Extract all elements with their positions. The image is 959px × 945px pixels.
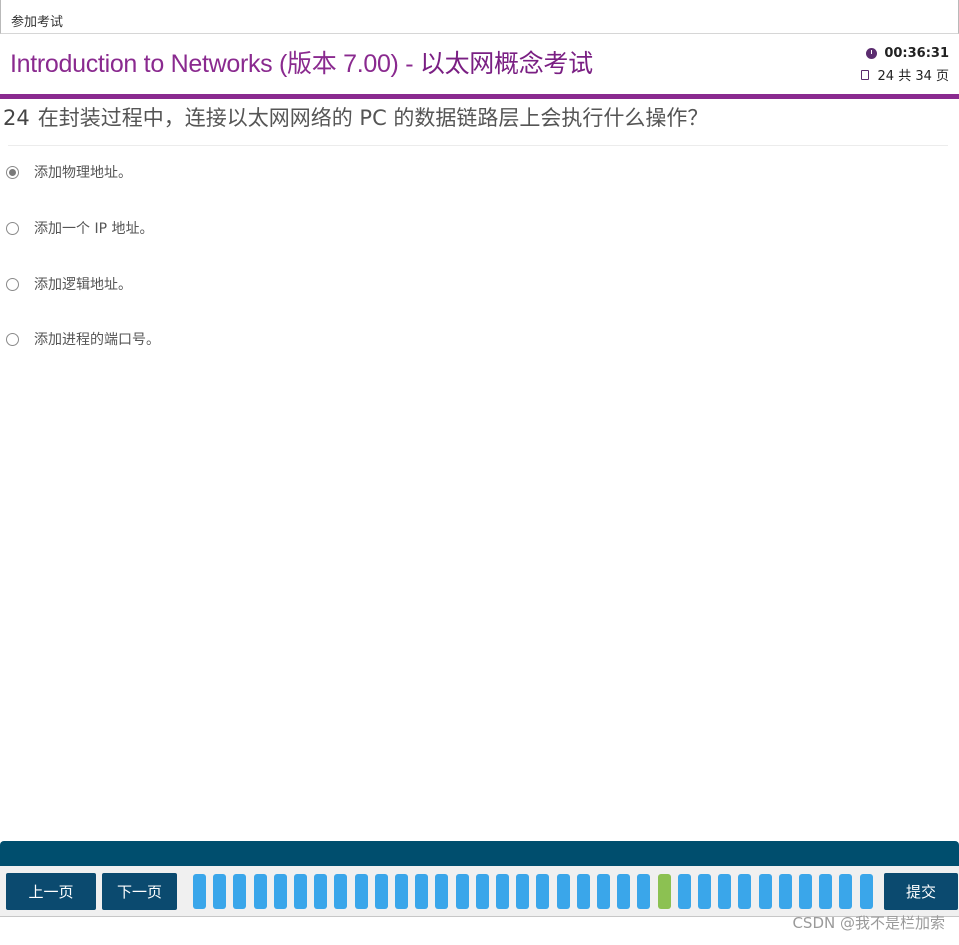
question-dot[interactable] <box>698 874 711 909</box>
bottom-navigation: 上一页 下一页 提交 <box>0 866 959 916</box>
progress-strip <box>0 841 959 866</box>
radio-button[interactable] <box>6 221 19 235</box>
exam-title: Introduction to Networks (版本 7.00) - 以太网… <box>10 44 593 80</box>
answer-option[interactable]: 添加物理地址。 <box>6 160 132 184</box>
question-dot[interactable] <box>576 874 590 909</box>
window-titlebar: 参加考试 <box>0 0 959 34</box>
radio-button[interactable] <box>6 332 19 346</box>
timer: 00:36:31 <box>839 43 949 64</box>
question-divider <box>8 145 948 146</box>
exam-header: Introduction to Networks (版本 7.00) - 以太网… <box>0 34 959 94</box>
question-dot[interactable] <box>435 874 449 909</box>
status-box: 00:36:31 24 共 34 页 <box>839 43 949 85</box>
question-dot[interactable] <box>718 874 732 909</box>
question-dot[interactable] <box>859 874 873 909</box>
question-dot[interactable] <box>213 874 227 909</box>
question-dot[interactable] <box>637 874 651 909</box>
question-dot[interactable] <box>374 874 388 909</box>
question-dot[interactable] <box>253 874 267 909</box>
timer-value: 00:36:31 <box>884 46 949 61</box>
exam-title-name: 以太网概念考试 <box>419 50 593 78</box>
question-dot[interactable] <box>475 874 489 909</box>
question-dot[interactable] <box>233 874 247 909</box>
window-title: 参加考试 <box>11 15 64 30</box>
page-icon <box>860 69 869 80</box>
radio-button[interactable] <box>6 277 19 291</box>
question-dot[interactable] <box>819 874 833 909</box>
question-number: 24 <box>3 106 30 130</box>
question-dot[interactable] <box>677 874 691 909</box>
question: 24 在封装过程中，连接以太网网络的 PC 的数据链路层上会执行什么操作？ <box>3 102 708 132</box>
page-indicator-value: 24 共 34 页 <box>877 69 949 84</box>
question-dot[interactable] <box>354 874 368 909</box>
question-dot[interactable] <box>395 874 408 909</box>
exam-title-course: Introduction to Networks (版本 7.00) - <box>10 50 420 78</box>
page-indicator: 24 共 34 页 <box>839 64 949 85</box>
question-dot[interactable] <box>597 874 610 909</box>
header-divider <box>0 94 959 99</box>
question-dot[interactable] <box>536 874 550 909</box>
question-dot[interactable] <box>516 874 530 909</box>
question-text: 在封装过程中，连接以太网网络的 PC 的数据链路层上会执行什么操作？ <box>37 106 709 130</box>
question-dot[interactable] <box>617 874 631 909</box>
question-dot[interactable] <box>273 874 287 909</box>
question-dot[interactable] <box>839 874 853 909</box>
question-dot[interactable] <box>556 874 570 909</box>
next-page-button[interactable]: 下一页 <box>102 873 177 910</box>
radio-button[interactable] <box>6 165 19 179</box>
prev-page-button[interactable]: 上一页 <box>6 873 96 910</box>
answer-option[interactable]: 添加一个 IP 地址。 <box>6 216 153 240</box>
question-dot[interactable] <box>496 874 509 909</box>
answer-option-label: 添加一个 IP 地址。 <box>34 221 154 237</box>
question-dot[interactable] <box>334 874 348 909</box>
answer-option-label: 添加进程的端口号。 <box>34 332 160 348</box>
question-dot[interactable] <box>799 874 812 909</box>
question-dot[interactable] <box>415 874 429 909</box>
question-dot[interactable] <box>294 874 307 909</box>
question-dot[interactable] <box>778 874 792 909</box>
question-dot[interactable] <box>455 874 469 909</box>
submit-button[interactable]: 提交 <box>884 873 958 910</box>
answer-option-label: 添加物理地址。 <box>34 165 132 181</box>
answer-option[interactable]: 添加逻辑地址。 <box>6 272 132 296</box>
clock-icon <box>866 48 878 59</box>
question-dot[interactable] <box>738 874 752 909</box>
question-dot[interactable] <box>193 874 206 909</box>
question-dot[interactable] <box>314 874 328 909</box>
watermark: CSDN @我不是栏加索 <box>792 914 945 932</box>
answer-option-label: 添加逻辑地址。 <box>34 277 132 293</box>
question-dot-current[interactable] <box>657 874 671 909</box>
answer-option[interactable]: 添加进程的端口号。 <box>6 327 160 351</box>
question-dot[interactable] <box>758 874 772 909</box>
